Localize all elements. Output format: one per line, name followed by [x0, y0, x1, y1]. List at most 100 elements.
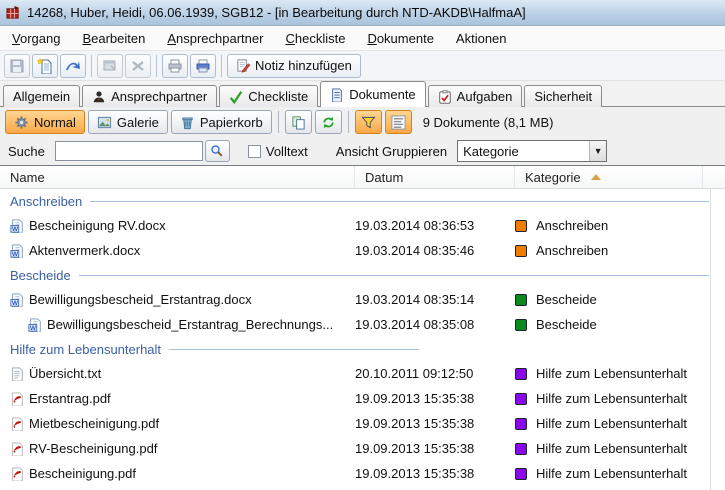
picture-icon [97, 115, 112, 130]
search-input[interactable] [55, 141, 203, 161]
delete-button[interactable] [125, 54, 151, 78]
tab-allgemein[interactable]: Allgemein [3, 85, 80, 107]
tab-ansprechpartner-label: Ansprechpartner [111, 89, 207, 104]
group-lines-icon [391, 115, 406, 130]
tab-sicherheit-label: Sicherheit [534, 89, 592, 104]
scan-icon [65, 58, 81, 74]
table-row[interactable]: RV-Bescheinigung.pdf 19.09.2013 15:35:38… [0, 436, 725, 461]
file-date: 19.03.2014 08:35:08 [355, 317, 515, 332]
table-row[interactable]: Bescheinigung.pdf 19.09.2013 15:35:38 Hi… [0, 461, 725, 486]
printer-blue-icon [195, 58, 211, 74]
filter-button[interactable] [355, 110, 382, 134]
tab-dokumente[interactable]: Dokumente [320, 81, 425, 107]
menu-checkliste[interactable]: Checkliste [277, 28, 359, 49]
file-name: Bewilligungsbescheid_Erstantrag.docx [29, 292, 252, 307]
toolbar-separator [221, 55, 222, 77]
category-label: Hilfe zum Lebensunterhalt [536, 466, 687, 481]
category-label: Hilfe zum Lebensunterhalt [536, 441, 687, 456]
column-header-name[interactable]: Name [0, 166, 355, 188]
person-icon [92, 90, 106, 104]
category-label: Bescheide [536, 292, 597, 307]
view-normal-button[interactable]: Normal [5, 110, 85, 134]
file-date: 19.03.2014 08:36:53 [355, 218, 515, 233]
group-by-dropdown[interactable]: Kategorie ▼ [457, 140, 607, 162]
print-button[interactable] [162, 54, 188, 78]
pdf-file-icon [10, 442, 24, 456]
table-row[interactable]: Mietbescheinigung.pdf 19.09.2013 15:35:3… [0, 411, 725, 436]
app-icon [6, 5, 21, 20]
file-date: 19.09.2013 15:35:38 [355, 466, 515, 481]
category-color-swatch [515, 393, 527, 405]
export-button[interactable] [97, 54, 123, 78]
group-label: Bescheide [10, 268, 71, 283]
category-color-swatch [515, 418, 527, 430]
magnifier-icon [210, 144, 224, 158]
file-name: Bewilligungsbescheid_Erstantrag_Berechnu… [47, 317, 333, 332]
view-galerie-button[interactable]: Galerie [88, 110, 168, 134]
group-rule [169, 349, 419, 350]
category-label: Hilfe zum Lebensunterhalt [536, 416, 687, 431]
search-button[interactable] [205, 140, 230, 162]
column-header-kategorie[interactable]: Kategorie [515, 166, 703, 188]
save-button[interactable] [4, 54, 30, 78]
file-name: Mietbescheinigung.pdf [29, 416, 159, 431]
group-header-hilfe-zum-lebensunterhalt[interactable]: Hilfe zum Lebensunterhalt [0, 337, 725, 361]
category-label: Anschreiben [536, 243, 608, 258]
window-title: 14268, Huber, Heidi, 06.06.1939, SGB12 -… [27, 5, 526, 20]
column-datum-label: Datum [365, 170, 403, 185]
column-header-datum[interactable]: Datum [355, 166, 515, 188]
view-papierkorb-button[interactable]: Papierkorb [171, 110, 272, 134]
table-row[interactable]: W Bewilligungsbescheid_Erstantrag_Berech… [0, 312, 725, 337]
funnel-icon [361, 115, 376, 130]
group-label: Anschreiben [10, 194, 82, 209]
sort-ascending-icon [591, 174, 601, 180]
menu-bearbeiten[interactable]: Bearbeiten [74, 28, 159, 49]
tab-checkliste[interactable]: Checkliste [219, 85, 318, 107]
category-color-swatch [515, 468, 527, 480]
file-date: 19.03.2014 08:35:46 [355, 243, 515, 258]
copy-icon [291, 115, 306, 130]
viewbar-separator [348, 111, 349, 133]
category-color-swatch [515, 220, 527, 232]
file-date: 19.09.2013 15:35:38 [355, 416, 515, 431]
view-papierkorb-label: Papierkorb [200, 115, 263, 130]
viewbar-separator [278, 111, 279, 133]
table-row[interactable]: W Aktenvermerk.docx 19.03.2014 08:35:46 … [0, 238, 725, 263]
window-export-icon [102, 58, 118, 74]
file-name: Aktenvermerk.docx [29, 243, 140, 258]
group-rule [90, 201, 709, 202]
tab-ansprechpartner[interactable]: Ansprechpartner [82, 85, 217, 107]
group-view-button[interactable] [385, 110, 412, 134]
add-note-label: Notiz hinzufügen [255, 58, 352, 73]
copy-button[interactable] [285, 110, 312, 134]
fulltext-checkbox[interactable] [248, 145, 261, 158]
table-row[interactable]: W Bescheinigung RV.docx 19.03.2014 08:36… [0, 213, 725, 238]
menu-aktionen[interactable]: Aktionen [448, 28, 521, 49]
pdf-file-icon [10, 467, 24, 481]
category-color-swatch [515, 294, 527, 306]
recycle-bin-icon [180, 115, 195, 130]
scan-button[interactable] [60, 54, 86, 78]
table-row[interactable]: Erstantrag.pdf 19.09.2013 15:35:38 Hilfe… [0, 386, 725, 411]
file-name: Erstantrag.pdf [29, 391, 111, 406]
file-date: 19.09.2013 15:35:38 [355, 441, 515, 456]
tab-aufgaben[interactable]: Aufgaben [428, 85, 523, 107]
chevron-down-icon: ▼ [589, 141, 606, 161]
table-row[interactable]: Übersicht.txt 20.10.2011 09:12:50 Hilfe … [0, 361, 725, 386]
search-label: Suche [8, 144, 45, 159]
menu-ansprechpartner[interactable]: Ansprechpartner [159, 28, 277, 49]
group-header-anschreiben[interactable]: Anschreiben [0, 189, 725, 213]
new-note-button[interactable] [32, 54, 58, 78]
svg-text:W: W [12, 250, 19, 257]
document-list: Anschreiben W Bescheinigung RV.docx 19.0… [0, 189, 725, 490]
word-file-icon: W [10, 219, 24, 233]
file-name: Übersicht.txt [29, 366, 101, 381]
add-note-button[interactable]: Notiz hinzufügen [227, 54, 361, 78]
refresh-button[interactable] [315, 110, 342, 134]
group-header-bescheide[interactable]: Bescheide [0, 263, 725, 287]
table-row[interactable]: W Bewilligungsbescheid_Erstantrag.docx 1… [0, 287, 725, 312]
menu-dokumente[interactable]: Dokumente [359, 28, 447, 49]
menu-vorgang[interactable]: Vorgang [4, 28, 74, 49]
print-preview-button[interactable] [190, 54, 216, 78]
tab-sicherheit[interactable]: Sicherheit [524, 85, 602, 107]
